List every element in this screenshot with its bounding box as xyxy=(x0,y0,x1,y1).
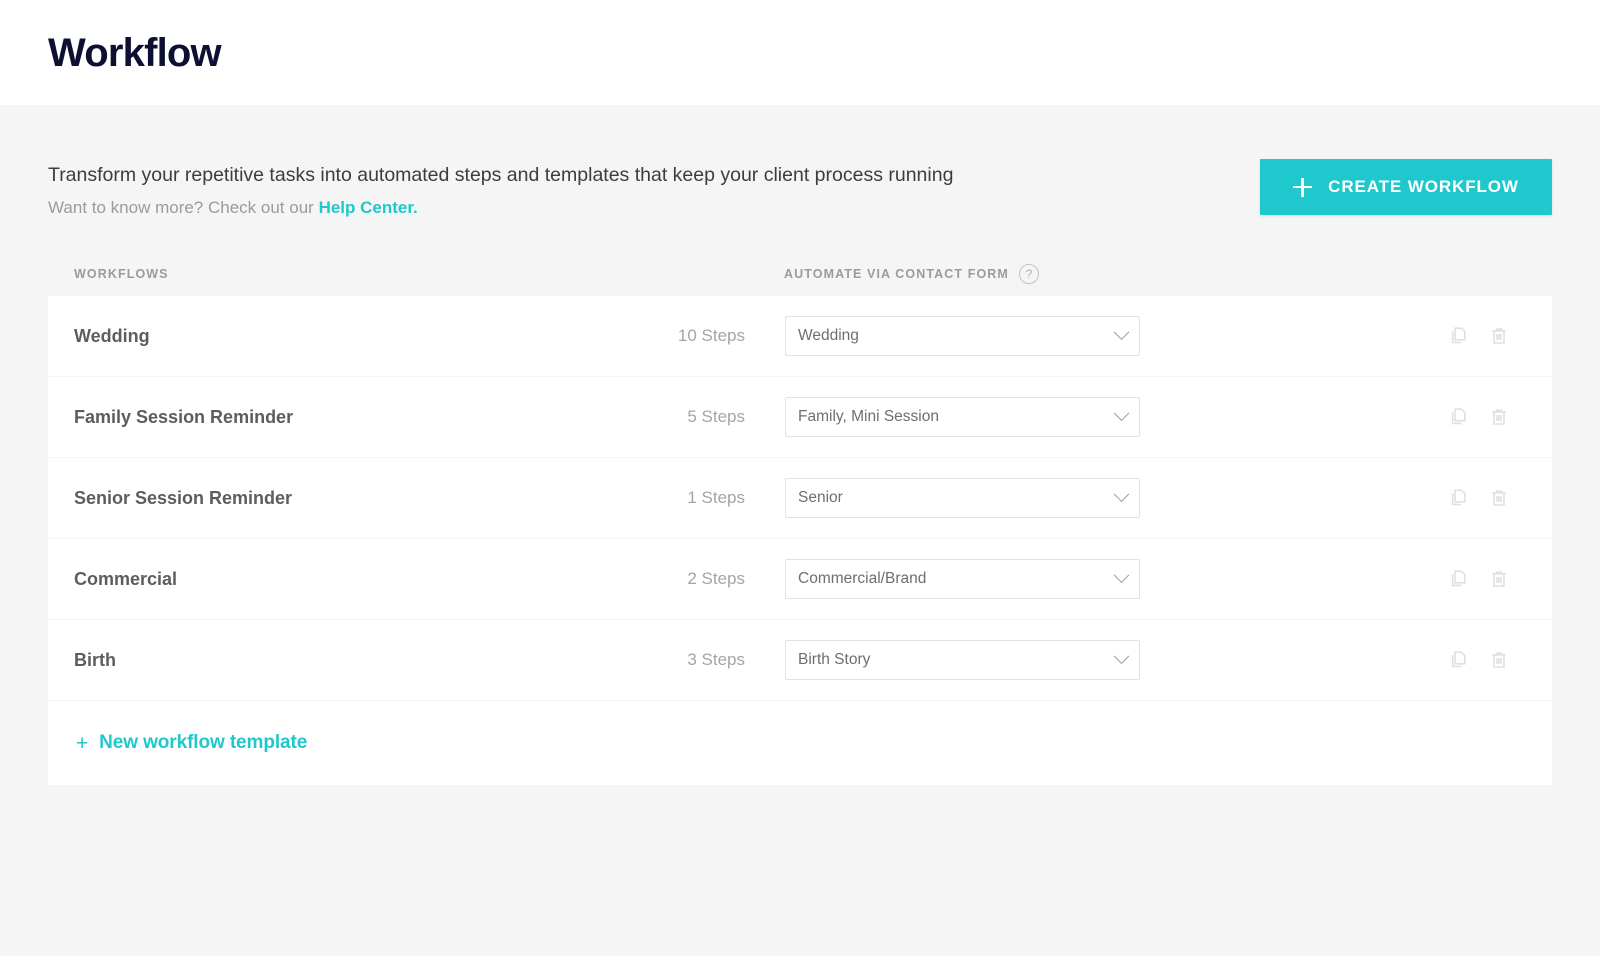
trash-icon[interactable] xyxy=(1486,404,1512,430)
contact-form-select-value: Commercial/Brand xyxy=(798,570,927,588)
contact-form-select[interactable]: Birth Story xyxy=(785,640,1140,681)
intro-description: Transform your repetitive tasks into aut… xyxy=(48,164,954,186)
table-footer: + New workflow template xyxy=(48,701,1552,786)
table-row[interactable]: Commercial 2 Steps Commercial/Brand xyxy=(48,539,1552,620)
trash-icon[interactable] xyxy=(1486,485,1512,511)
page-body: Transform your repetitive tasks into aut… xyxy=(0,105,1600,956)
workflow-name: Commercial xyxy=(74,568,178,589)
workflow-step-count: 2 Steps xyxy=(687,569,745,589)
table-row[interactable]: Wedding 10 Steps Wedding xyxy=(48,296,1552,377)
row-actions xyxy=(1222,323,1552,349)
workflow-name: Senior Session Reminder xyxy=(74,487,293,508)
chevron-down-icon xyxy=(1113,486,1130,502)
contact-form-select-value: Birth Story xyxy=(798,651,871,669)
workflow-step-count: 10 Steps xyxy=(677,326,745,346)
page-title: Workflow xyxy=(48,30,222,75)
row-actions xyxy=(1222,404,1552,430)
workflow-step-count: 5 Steps xyxy=(687,407,745,427)
intro-text-block: Transform your repetitive tasks into aut… xyxy=(48,159,953,220)
workflow-step-count: 1 Steps xyxy=(687,488,745,508)
trash-icon[interactable] xyxy=(1486,566,1512,592)
create-workflow-button[interactable]: CREATE WORKFLOW xyxy=(1260,159,1552,215)
contact-form-select-cell: Commercial/Brand xyxy=(785,559,1222,600)
contact-form-select[interactable]: Senior xyxy=(785,478,1140,519)
workflow-name: Birth xyxy=(74,649,116,670)
trash-icon[interactable] xyxy=(1486,323,1512,349)
question-mark-circle-icon[interactable]: ? xyxy=(1018,264,1039,285)
help-center-link[interactable]: Help Center. xyxy=(319,198,418,217)
create-workflow-button-label: CREATE WORKFLOW xyxy=(1328,177,1519,196)
contact-form-select-value: Senior xyxy=(798,489,843,507)
workflows-table: Wedding 10 Steps Wedding Family Session … xyxy=(48,296,1552,786)
workflow-name: Family Session Reminder xyxy=(74,406,294,427)
intro-subdescription-text: Want to know more? Check out our xyxy=(48,198,319,218)
table-row[interactable]: Family Session Reminder 5 Steps Family, … xyxy=(48,377,1552,458)
duplicate-icon[interactable] xyxy=(1446,566,1472,592)
row-actions xyxy=(1222,647,1552,673)
contact-form-select[interactable]: Commercial/Brand xyxy=(785,559,1140,600)
contact-form-select-value: Wedding xyxy=(798,327,859,345)
column-header-automate-label: AUTOMATE VIA CONTACT FORM xyxy=(784,267,1009,282)
contact-form-select-cell: Senior xyxy=(785,478,1222,519)
new-workflow-template-button[interactable]: + New workflow template xyxy=(76,732,307,754)
intro-row: Transform your repetitive tasks into aut… xyxy=(48,105,1552,220)
chevron-down-icon xyxy=(1113,324,1130,340)
contact-form-select-cell: Wedding xyxy=(785,316,1222,357)
trash-icon[interactable] xyxy=(1486,647,1512,673)
table-column-headers: WORKFLOWS AUTOMATE VIA CONTACT FORM ? xyxy=(48,264,1552,296)
table-row[interactable]: Birth 3 Steps Birth Story xyxy=(48,620,1552,701)
duplicate-icon[interactable] xyxy=(1446,404,1472,430)
table-row[interactable]: Senior Session Reminder 1 Steps Senior xyxy=(48,458,1552,539)
plus-icon: + xyxy=(76,731,89,755)
contact-form-select-value: Family, Mini Session xyxy=(798,408,939,426)
plus-icon xyxy=(1293,177,1313,197)
new-workflow-template-label: New workflow template xyxy=(99,732,308,754)
page-header: Workflow xyxy=(0,0,1600,105)
row-actions xyxy=(1222,566,1552,592)
contact-form-select-cell: Family, Mini Session xyxy=(785,397,1222,438)
workflow-name: Wedding xyxy=(74,325,150,346)
chevron-down-icon xyxy=(1113,648,1130,664)
column-header-automate: AUTOMATE VIA CONTACT FORM ? xyxy=(784,264,1039,285)
duplicate-icon[interactable] xyxy=(1446,323,1472,349)
contact-form-select-cell: Birth Story xyxy=(785,640,1222,681)
duplicate-icon[interactable] xyxy=(1446,647,1472,673)
row-actions xyxy=(1222,485,1552,511)
chevron-down-icon xyxy=(1113,567,1130,583)
duplicate-icon[interactable] xyxy=(1446,485,1472,511)
intro-subdescription: Want to know more? Check out our Help Ce… xyxy=(48,196,953,220)
contact-form-select[interactable]: Family, Mini Session xyxy=(785,397,1140,438)
workflow-step-count: 3 Steps xyxy=(687,650,745,670)
column-header-workflows: WORKFLOWS xyxy=(74,267,169,282)
contact-form-select[interactable]: Wedding xyxy=(785,316,1140,357)
chevron-down-icon xyxy=(1113,405,1130,421)
